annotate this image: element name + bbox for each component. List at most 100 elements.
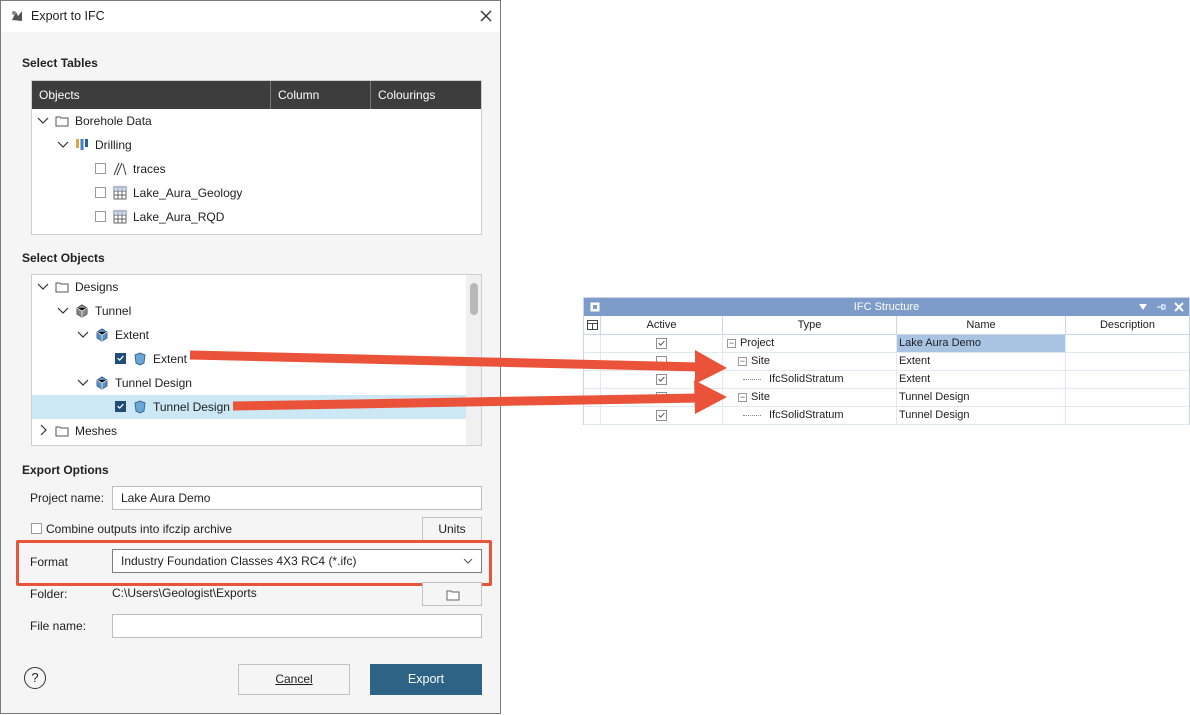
row-selector[interactable]: [584, 335, 601, 352]
tree-label: Tunnel Design: [115, 376, 192, 390]
tree-row-borehole-data[interactable]: Borehole Data: [32, 109, 481, 133]
grid-icon: [587, 320, 598, 330]
chevron-down-icon[interactable]: [37, 280, 49, 292]
tree-row-meshes[interactable]: Meshes: [32, 419, 481, 443]
description-cell[interactable]: [1066, 335, 1189, 352]
check-icon: [117, 403, 124, 410]
active-cell: [601, 335, 723, 352]
active-checkbox[interactable]: [656, 392, 667, 403]
tunnel-design-checkbox[interactable]: [115, 401, 126, 412]
tree-row-traces[interactable]: traces: [32, 157, 481, 181]
type-label: Site: [751, 355, 770, 367]
tree-row-tunnel-design-group[interactable]: Tunnel Design: [32, 371, 481, 395]
active-checkbox[interactable]: [656, 374, 667, 385]
tree-label: Extent: [115, 328, 150, 342]
chevron-down-icon[interactable]: [37, 114, 49, 126]
ifc-row[interactable]: − Project Lake Aura Demo: [584, 335, 1189, 353]
tree-row-extent[interactable]: Extent: [32, 347, 481, 371]
ifc-col-description[interactable]: Description: [1066, 316, 1189, 334]
units-button[interactable]: Units: [422, 517, 482, 542]
chevron-down-icon[interactable]: [77, 376, 89, 388]
type-cell: − Project: [723, 335, 897, 352]
row-selector[interactable]: [584, 407, 601, 424]
type-label: IfcSolidStratum: [769, 409, 844, 421]
browse-folder-button[interactable]: [422, 582, 482, 606]
tree-label: Lake_Aura_RQD: [133, 210, 225, 224]
tree-row-tunnel[interactable]: Tunnel: [32, 299, 481, 323]
traces-checkbox[interactable]: [95, 163, 106, 174]
dropdown-icon[interactable]: [1138, 303, 1148, 311]
chevron-down-icon[interactable]: [57, 138, 69, 150]
name-cell[interactable]: Tunnel Design: [897, 389, 1066, 406]
collapse-icon[interactable]: −: [727, 339, 736, 348]
pin-icon[interactable]: [1156, 302, 1166, 312]
check-icon: [117, 355, 124, 362]
tree-label: Tunnel: [95, 304, 132, 318]
active-checkbox[interactable]: [656, 356, 667, 367]
select-tables-label: Select Tables: [22, 56, 98, 70]
tree-row-lake-aura-geology[interactable]: Lake_Aura_Geology: [32, 181, 481, 205]
help-icon[interactable]: ?: [24, 667, 46, 689]
name-cell[interactable]: Extent: [897, 353, 1066, 370]
export-button[interactable]: Export: [370, 664, 482, 695]
tree-row-tunnel-design[interactable]: Tunnel Design: [32, 395, 466, 419]
app-icon: [12, 11, 22, 21]
collapse-icon[interactable]: −: [738, 393, 747, 402]
description-cell[interactable]: [1066, 353, 1189, 370]
drilling-icon: [76, 139, 88, 150]
chevron-down-icon[interactable]: [57, 304, 69, 316]
type-cell: IfcSolidStratum: [723, 371, 897, 388]
row-selector[interactable]: [584, 353, 601, 370]
row-selector[interactable]: [584, 389, 601, 406]
active-checkbox[interactable]: [656, 410, 667, 421]
ifc-col-type[interactable]: Type: [723, 316, 897, 334]
row-selector-icon[interactable]: [584, 316, 601, 334]
collapse-icon[interactable]: −: [738, 357, 747, 366]
tree-row-lake-aura-rqd[interactable]: Lake_Aura_RQD: [32, 205, 481, 229]
ifc-row[interactable]: IfcSolidStratum Tunnel Design: [584, 407, 1189, 425]
file-name-input[interactable]: [112, 614, 482, 638]
chevron-right-icon[interactable]: [37, 424, 49, 436]
volume-icon: [96, 328, 108, 342]
ifc-row[interactable]: IfcSolidStratum Extent: [584, 371, 1189, 389]
extent-checkbox[interactable]: [115, 353, 126, 364]
type-cell: − Site: [723, 389, 897, 406]
rqd-checkbox[interactable]: [95, 211, 106, 222]
tree-row-designs[interactable]: Designs: [32, 275, 481, 299]
column-header-objects[interactable]: Objects: [32, 81, 271, 109]
ifc-col-name[interactable]: Name: [897, 316, 1066, 334]
active-cell: [601, 407, 723, 424]
close-icon[interactable]: [477, 7, 495, 25]
active-checkbox[interactable]: [656, 338, 667, 349]
project-name-input[interactable]: Lake Aura Demo: [112, 486, 482, 510]
name-cell[interactable]: Tunnel Design: [897, 407, 1066, 424]
name-cell[interactable]: Extent: [897, 371, 1066, 388]
column-header-colourings[interactable]: Colourings: [371, 81, 481, 109]
combine-checkbox[interactable]: [31, 523, 42, 534]
check-icon: [658, 376, 665, 382]
name-cell[interactable]: Lake Aura Demo: [897, 335, 1066, 352]
close-icon[interactable]: [1174, 302, 1184, 312]
row-selector[interactable]: [584, 371, 601, 388]
folder-value: C:\Users\Geologist\Exports: [112, 586, 257, 600]
tree-row-drilling[interactable]: Drilling: [32, 133, 481, 157]
description-cell[interactable]: [1066, 407, 1189, 424]
description-cell[interactable]: [1066, 371, 1189, 388]
type-cell: IfcSolidStratum: [723, 407, 897, 424]
ifc-row[interactable]: − Site Extent: [584, 353, 1189, 371]
type-label: Project: [740, 337, 775, 349]
project-name-label: Project name:: [30, 491, 105, 505]
cancel-button[interactable]: Cancel: [238, 664, 350, 695]
ifc-col-active[interactable]: Active: [601, 316, 723, 334]
chevron-down-icon[interactable]: [77, 328, 89, 340]
description-cell[interactable]: [1066, 389, 1189, 406]
file-name-label: File name:: [30, 619, 87, 633]
ifc-structure-panel: IFC Structure Active Type Name Descripti…: [583, 297, 1190, 425]
format-highlight-frame: [16, 540, 492, 586]
tree-row-extent-group[interactable]: Extent: [32, 323, 481, 347]
tables-tree: Objects Column Colourings Borehole Data …: [31, 80, 482, 235]
export-options-label: Export Options: [22, 463, 109, 477]
ifc-row[interactable]: − Site Tunnel Design: [584, 389, 1189, 407]
column-header-column[interactable]: Column: [271, 81, 371, 109]
geology-checkbox[interactable]: [95, 187, 106, 198]
